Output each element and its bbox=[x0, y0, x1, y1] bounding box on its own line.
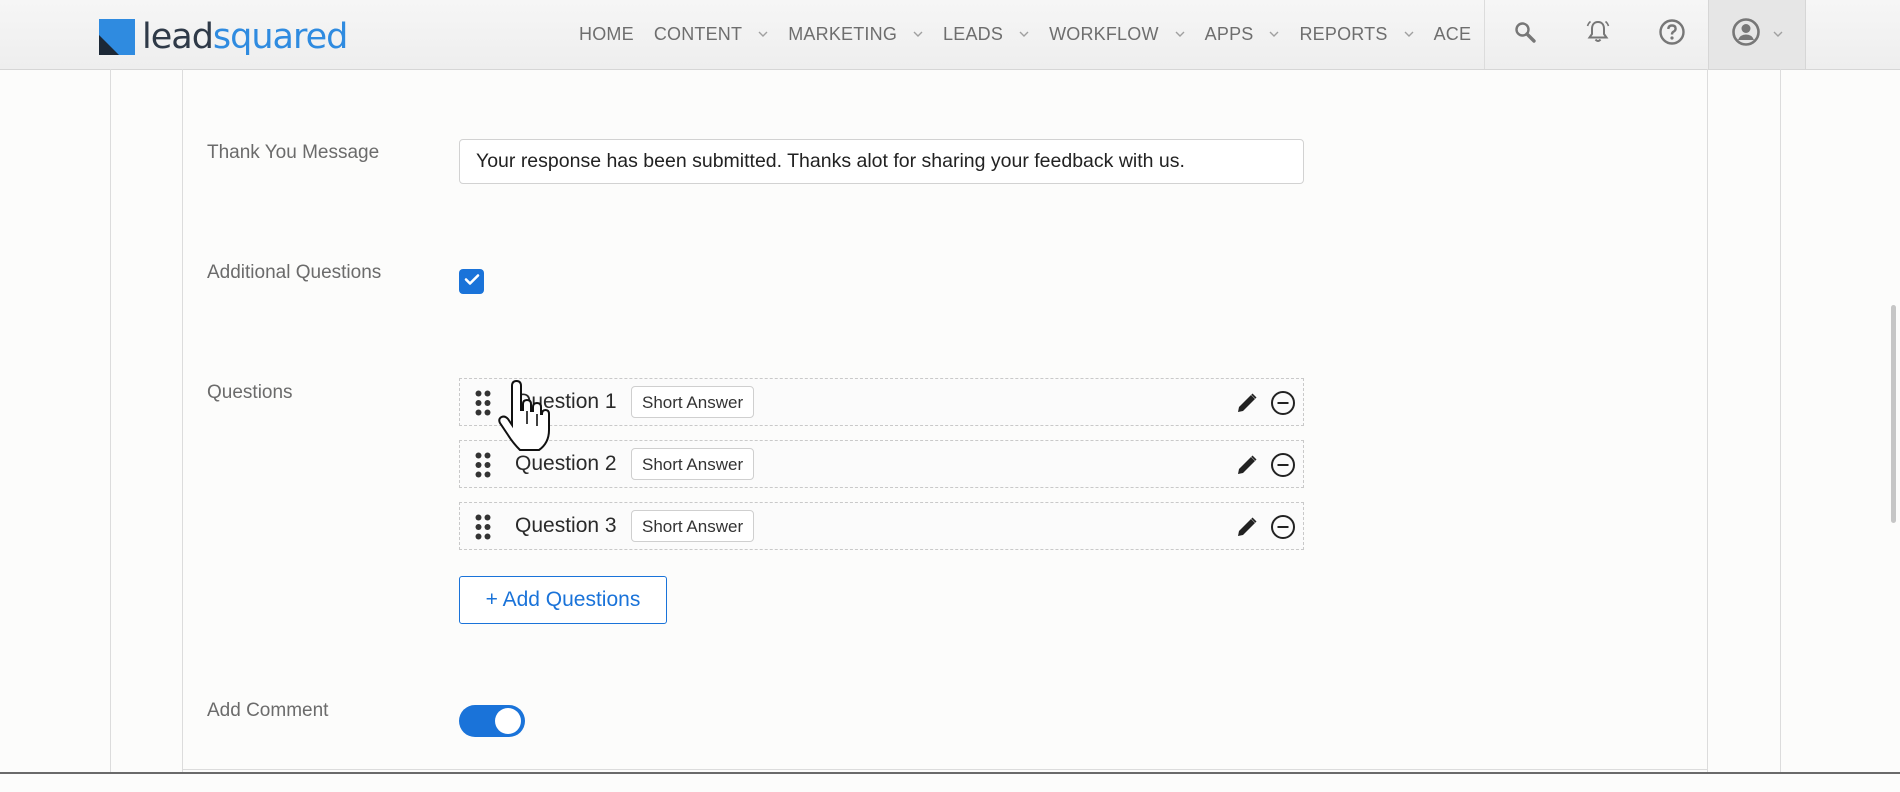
logo-text-lead: lead bbox=[142, 17, 214, 57]
edit-icon[interactable] bbox=[1235, 391, 1259, 420]
nav-reports-label: REPORTS bbox=[1299, 24, 1388, 44]
content-bottom-border bbox=[182, 769, 1708, 770]
thank-you-message-input[interactable] bbox=[459, 139, 1304, 184]
drag-handle-icon[interactable] bbox=[475, 390, 491, 421]
chevron-down-icon bbox=[1019, 31, 1029, 38]
question-type-badge: Short Answer bbox=[631, 448, 755, 480]
nav-content-label: CONTENT bbox=[653, 24, 743, 44]
remove-circle-icon[interactable] bbox=[1270, 514, 1296, 545]
search-button[interactable] bbox=[1484, 0, 1565, 69]
search-icon bbox=[1513, 20, 1537, 49]
nav-marketing-label: MARKETING bbox=[788, 24, 898, 44]
chevron-down-icon bbox=[1773, 31, 1783, 38]
page-scrollbar[interactable] bbox=[1891, 305, 1896, 523]
logo-mark-icon bbox=[99, 19, 135, 55]
question-row-1[interactable]: Question 1 Short Answer bbox=[459, 378, 1304, 426]
nav-home[interactable]: HOME bbox=[579, 24, 634, 45]
bell-icon bbox=[1585, 19, 1611, 50]
additional-questions-checkbox[interactable] bbox=[459, 269, 484, 294]
nav-workflow[interactable]: WORKFLOW bbox=[1049, 24, 1185, 45]
additional-questions-label: Additional Questions bbox=[207, 262, 382, 283]
nav-home-label: HOME bbox=[579, 24, 634, 44]
chevron-down-icon bbox=[913, 31, 923, 38]
add-comment-toggle[interactable] bbox=[459, 705, 525, 737]
question-row-2[interactable]: Question 2 Short Answer bbox=[459, 440, 1304, 488]
edit-icon[interactable] bbox=[1235, 515, 1259, 544]
logo-text: leadsquared bbox=[142, 17, 348, 57]
toggle-knob bbox=[495, 708, 521, 734]
frame-divider bbox=[1707, 69, 1708, 774]
nav-ace[interactable]: ACE bbox=[1434, 24, 1472, 45]
nav-apps[interactable]: APPS bbox=[1205, 24, 1280, 45]
frame-divider bbox=[110, 69, 111, 774]
logo-text-squared: squared bbox=[212, 17, 348, 57]
main-nav: HOME CONTENT MARKETING LEADS WORKFLOW AP… bbox=[579, 0, 1491, 69]
add-questions-button[interactable]: + Add Questions bbox=[459, 576, 667, 624]
drag-handle-icon[interactable] bbox=[475, 452, 491, 483]
question-row-3[interactable]: Question 3 Short Answer bbox=[459, 502, 1304, 550]
help-icon bbox=[1658, 18, 1686, 51]
help-button[interactable] bbox=[1636, 0, 1708, 69]
bottom-edge bbox=[0, 772, 1900, 792]
hand-pointer-cursor-icon bbox=[498, 379, 550, 457]
nav-ace-label: ACE bbox=[1433, 24, 1472, 44]
question-type-badge: Short Answer bbox=[631, 386, 755, 418]
add-comment-label: Add Comment bbox=[207, 700, 329, 721]
nav-content[interactable]: CONTENT bbox=[654, 24, 768, 45]
chevron-down-icon bbox=[1404, 31, 1414, 38]
notifications-button[interactable] bbox=[1560, 0, 1636, 69]
edit-icon[interactable] bbox=[1235, 453, 1259, 482]
question-title: Question 3 bbox=[515, 514, 617, 537]
nav-marketing[interactable]: MARKETING bbox=[788, 24, 923, 45]
chevron-down-icon bbox=[1269, 31, 1279, 38]
question-type-badge: Short Answer bbox=[631, 510, 755, 542]
remove-circle-icon[interactable] bbox=[1270, 452, 1296, 483]
checkmark-icon bbox=[464, 273, 480, 291]
thank-you-message-label: Thank You Message bbox=[207, 142, 380, 163]
frame-divider bbox=[182, 69, 183, 774]
top-navigation-bar: leadsquared HOME CONTENT MARKETING LEADS… bbox=[0, 0, 1900, 70]
chevron-down-icon bbox=[758, 31, 768, 38]
user-icon bbox=[1731, 17, 1761, 52]
remove-circle-icon[interactable] bbox=[1270, 390, 1296, 421]
chevron-down-icon bbox=[1175, 31, 1185, 38]
nav-leads-label: LEADS bbox=[943, 24, 1004, 44]
user-menu-button[interactable] bbox=[1708, 0, 1806, 69]
nav-reports[interactable]: REPORTS bbox=[1299, 24, 1414, 45]
nav-apps-label: APPS bbox=[1204, 24, 1254, 44]
frame-divider bbox=[1780, 69, 1781, 774]
leadsquared-logo[interactable]: leadsquared bbox=[99, 17, 348, 57]
questions-label: Questions bbox=[207, 382, 293, 403]
drag-handle-icon[interactable] bbox=[475, 514, 491, 545]
nav-leads[interactable]: LEADS bbox=[943, 24, 1029, 45]
nav-workflow-label: WORKFLOW bbox=[1049, 24, 1159, 44]
